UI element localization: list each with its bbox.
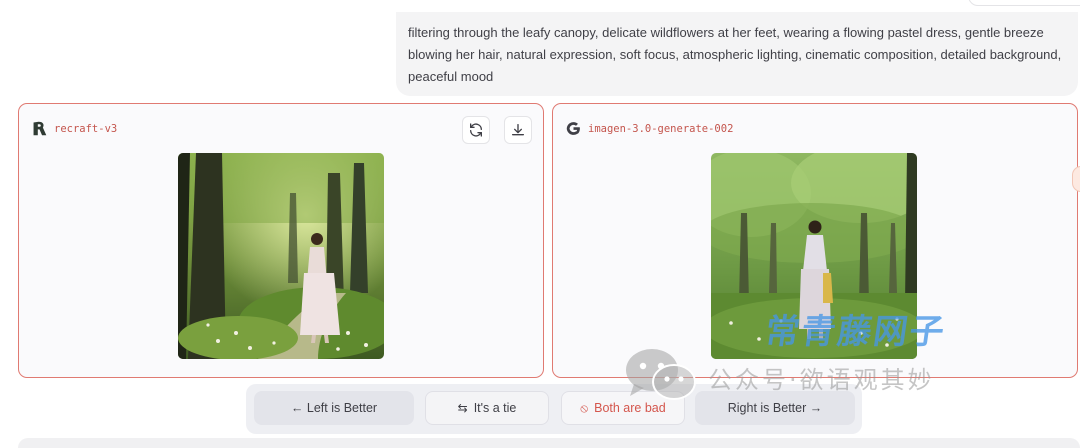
right-model-panel: imagen-3.0-generate-002 xyxy=(552,103,1078,378)
regenerate-button[interactable] xyxy=(462,116,490,144)
refresh-icon xyxy=(470,123,482,137)
forest-path-image xyxy=(178,153,384,359)
download-button[interactable] xyxy=(504,116,532,144)
scroll-side-handle[interactable] xyxy=(1072,166,1080,192)
tie-button[interactable]: ⇆ It's a tie xyxy=(425,391,549,425)
right-model-name: imagen-3.0-generate-002 xyxy=(588,122,734,135)
right-is-better-label: Right is Better → xyxy=(727,401,823,415)
google-g-icon xyxy=(566,122,580,135)
left-model-header: recraft-v3 xyxy=(31,120,117,137)
next-section-edge xyxy=(18,438,1080,448)
download-icon xyxy=(511,124,524,136)
both-bad-button[interactable]: ⦸ Both are bad xyxy=(561,391,685,425)
vote-bar: ← Left is Better ⇆ It's a tie ⦸ Both are… xyxy=(246,384,862,434)
prompt-bubble: filtering through the leafy canopy, deli… xyxy=(396,12,1078,96)
both-bad-label: Both are bad xyxy=(594,401,666,415)
tie-label: It's a tie xyxy=(473,401,517,415)
right-generated-image xyxy=(711,153,917,359)
left-is-better-label: ← Left is Better xyxy=(290,401,378,415)
right-model-header: imagen-3.0-generate-002 xyxy=(565,120,733,137)
left-is-better-button[interactable]: ← Left is Better xyxy=(254,391,414,425)
prompt-text: filtering through the leafy canopy, deli… xyxy=(408,25,1062,84)
orchard-meadow-image xyxy=(711,153,917,359)
recraft-logo-icon xyxy=(33,121,47,136)
left-model-name: recraft-v3 xyxy=(54,122,118,135)
top-right-control[interactable] xyxy=(968,0,1080,6)
left-model-panel: recraft-v3 xyxy=(18,103,544,378)
right-is-better-button[interactable]: Right is Better → xyxy=(695,391,855,425)
prohibited-icon: ⦸ xyxy=(580,400,589,415)
swap-icon: ⇆ xyxy=(457,401,468,415)
left-generated-image xyxy=(178,153,384,359)
